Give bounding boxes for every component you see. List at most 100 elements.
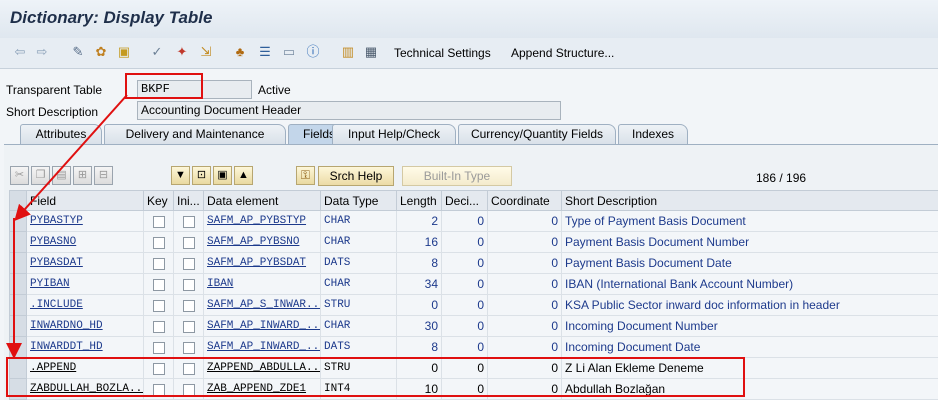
activate-icon[interactable]: ✦: [174, 44, 190, 60]
row-selector[interactable]: [9, 231, 27, 253]
where-used-icon[interactable]: ⇲: [198, 44, 214, 60]
initial-checkbox[interactable]: [182, 299, 195, 312]
delete-row-icon[interactable]: ⊟: [94, 166, 113, 185]
hierarchy-icon[interactable]: ▥: [340, 44, 356, 60]
key-checkbox[interactable]: [152, 341, 165, 354]
tab-indexes[interactable]: Indexes: [618, 124, 688, 144]
navigation-window-icon[interactable]: ☰: [257, 44, 273, 60]
col-header-initial[interactable]: Ini...: [173, 190, 204, 211]
row-selector[interactable]: [9, 252, 27, 274]
cut-icon[interactable]: ✂: [10, 166, 29, 185]
col-header-length[interactable]: Length: [396, 190, 442, 211]
short-description-cell: Incoming Document Date: [561, 336, 938, 358]
key-checkbox[interactable]: [152, 278, 165, 291]
copy-icon[interactable]: ❐: [31, 166, 50, 185]
data-element-cell[interactable]: SAFM_AP_PYBSDAT: [203, 252, 321, 274]
field-name-cell[interactable]: INWARDDT_HD: [26, 336, 144, 358]
col-header-field[interactable]: Field: [26, 190, 144, 211]
data-type-cell: CHAR: [320, 210, 397, 232]
col-header-decimals[interactable]: Deci...: [441, 190, 488, 211]
row-selector[interactable]: [9, 336, 27, 358]
tab-input-help-check[interactable]: Input Help/Check: [332, 124, 456, 144]
key-checkbox[interactable]: [152, 299, 165, 312]
data-element-cell[interactable]: SAFM_AP_S_INWAR...: [203, 294, 321, 316]
row-selector[interactable]: [9, 294, 27, 316]
row-selector[interactable]: [9, 210, 27, 232]
tab-currency-quantity-fields[interactable]: Currency/Quantity Fields: [458, 124, 616, 144]
key-checkbox-cell: [143, 273, 174, 295]
initial-checkbox[interactable]: [182, 215, 195, 228]
field-name-cell[interactable]: PYBASNO: [26, 231, 144, 253]
field-name-cell[interactable]: .APPEND: [26, 357, 144, 379]
active-inactive-icon[interactable]: ✿: [93, 44, 109, 60]
field-name-cell[interactable]: .INCLUDE: [26, 294, 144, 316]
paste-icon[interactable]: ▤: [52, 166, 71, 185]
col-header-coordinate[interactable]: Coordinate: [487, 190, 562, 211]
transparent-table-label: Transparent Table: [6, 83, 103, 97]
field-name-cell[interactable]: INWARDNO_HD: [26, 315, 144, 337]
data-element-cell[interactable]: SAFM_AP_INWARD_...: [203, 315, 321, 337]
col-header-data-element[interactable]: Data element: [203, 190, 321, 211]
initial-checkbox[interactable]: [182, 236, 195, 249]
srch-help-button[interactable]: Srch Help: [318, 166, 394, 186]
deselect-icon[interactable]: ▣: [213, 166, 232, 185]
col-header-short-description[interactable]: Short Description: [561, 190, 938, 211]
key-checkbox[interactable]: [152, 257, 165, 270]
initial-checkbox[interactable]: [182, 341, 195, 354]
initial-checkbox[interactable]: [182, 320, 195, 333]
select-all-cell[interactable]: [9, 190, 27, 211]
field-name-cell[interactable]: PYBASDAT: [26, 252, 144, 274]
tab-delivery-maintenance[interactable]: Delivery and Maintenance: [104, 124, 286, 144]
forward-arrow-icon[interactable]: ⇨: [34, 44, 50, 60]
filter-down-icon[interactable]: ▼: [171, 166, 190, 185]
key-checkbox[interactable]: [152, 383, 165, 396]
other-object-icon[interactable]: ▣: [116, 44, 132, 60]
key-checkbox[interactable]: [152, 215, 165, 228]
key-checkbox[interactable]: [152, 362, 165, 375]
back-arrow-icon[interactable]: ⇦: [12, 44, 28, 60]
field-name-cell[interactable]: PYBASTYP: [26, 210, 144, 232]
col-header-data-type[interactable]: Data Type: [320, 190, 397, 211]
short-description-field[interactable]: Accounting Document Header: [137, 101, 561, 120]
row-selector[interactable]: [9, 357, 27, 379]
key-checkbox[interactable]: [152, 236, 165, 249]
decimals-cell: 0: [441, 336, 488, 358]
length-cell: 16: [396, 231, 442, 253]
built-in-type-button[interactable]: Built-In Type: [402, 166, 512, 186]
data-element-cell[interactable]: ZAPPEND_ABDULLA...: [203, 357, 321, 379]
table-contents-icon[interactable]: ▦: [363, 44, 379, 60]
tab-attributes[interactable]: Attributes: [20, 124, 102, 144]
display-object-list-icon[interactable]: ▭: [281, 44, 297, 60]
field-name-cell[interactable]: PYIBAN: [26, 273, 144, 295]
scroll-top-icon[interactable]: ▲: [234, 166, 253, 185]
table-name-field[interactable]: BKPF: [137, 80, 252, 99]
field-name-cell[interactable]: ZABDULLAH_BOZLA...: [26, 378, 144, 400]
data-element-cell[interactable]: SAFM_AP_PYBSNO: [203, 231, 321, 253]
table-row: INWARDNO_HD SAFM_AP_INWARD_... CHAR 30 0…: [9, 315, 938, 337]
row-selector[interactable]: [9, 273, 27, 295]
col-header-key[interactable]: Key: [143, 190, 174, 211]
search-help-key-icon[interactable]: ⚿: [296, 166, 315, 185]
data-element-cell[interactable]: IBAN: [203, 273, 321, 295]
object-list-icon[interactable]: ♣: [232, 44, 248, 60]
initial-checkbox[interactable]: [182, 383, 195, 396]
initial-checkbox[interactable]: [182, 278, 195, 291]
row-selector[interactable]: [9, 315, 27, 337]
check-icon[interactable]: ✓: [149, 44, 165, 60]
initial-checkbox[interactable]: [182, 257, 195, 270]
display-change-icon[interactable]: ✎: [70, 44, 86, 60]
data-element-cell[interactable]: SAFM_AP_PYBSTYP: [203, 210, 321, 232]
data-element-cell[interactable]: SAFM_AP_INWARD_...: [203, 336, 321, 358]
initial-checkbox[interactable]: [182, 362, 195, 375]
insert-row-icon[interactable]: ⊞: [73, 166, 92, 185]
technical-settings-button[interactable]: Technical Settings: [394, 46, 491, 60]
coordinate-cell: 0: [487, 378, 562, 400]
key-checkbox[interactable]: [152, 320, 165, 333]
row-selector[interactable]: [9, 378, 27, 400]
data-element-cell[interactable]: ZAB_APPEND_ZDE1: [203, 378, 321, 400]
append-structure-button[interactable]: Append Structure...: [511, 46, 614, 60]
select-all-icon[interactable]: ⊡: [192, 166, 211, 185]
table-status: Active: [258, 83, 291, 97]
data-type-cell: CHAR: [320, 231, 397, 253]
info-icon[interactable]: ⓘ: [305, 44, 321, 60]
